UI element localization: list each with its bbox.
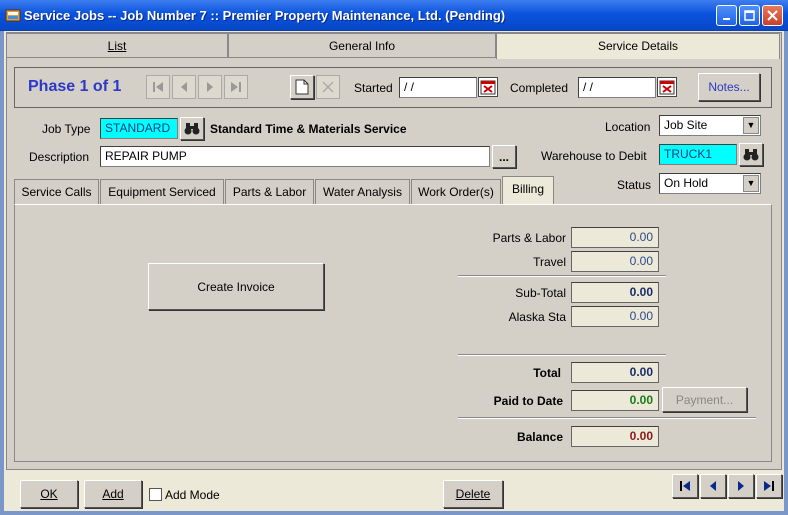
location-label: Location — [605, 120, 651, 134]
started-date-field[interactable]: / / — [399, 77, 477, 98]
create-invoice-button[interactable]: Create Invoice — [148, 263, 324, 310]
notes-button[interactable]: Notes... — [698, 73, 760, 101]
completed-date-field[interactable]: / / — [578, 77, 656, 98]
tab-service-details[interactable]: Service Details — [496, 33, 780, 59]
tax-amount: 0.00 — [571, 306, 659, 327]
subtab-work-orders[interactable]: Work Order(s) — [411, 179, 501, 204]
minimize-icon[interactable] — [716, 5, 737, 26]
subtab-equipment-serviced[interactable]: Equipment Serviced — [100, 179, 224, 204]
payment-button[interactable]: Payment... — [662, 387, 747, 412]
first-icon[interactable] — [146, 75, 170, 99]
tab-list[interactable]: List — [6, 33, 228, 58]
warehouse-field[interactable]: TRUCK1 — [659, 144, 737, 165]
previous-icon[interactable] — [172, 75, 196, 99]
next-icon[interactable] — [728, 474, 754, 498]
completed-label: Completed — [510, 81, 569, 95]
new-document-icon[interactable] — [290, 75, 314, 99]
divider — [458, 275, 666, 277]
subtab-water-analysis[interactable]: Water Analysis — [315, 179, 410, 204]
calendar-icon[interactable] — [478, 77, 498, 97]
window-title: Service Jobs -- Job Number 7 :: Premier … — [24, 8, 506, 23]
binoculars-icon[interactable] — [739, 143, 763, 166]
description-ellipsis-button[interactable]: ... — [492, 145, 516, 168]
maximize-icon[interactable] — [739, 5, 760, 26]
tab-general-info[interactable]: General Info — [228, 33, 496, 58]
subtab-billing[interactable]: Billing — [502, 176, 554, 204]
description-label: Description — [29, 150, 90, 164]
calendar-icon[interactable] — [657, 77, 677, 97]
description-field[interactable]: REPAIR PUMP — [100, 146, 490, 167]
balance-label: Balance — [516, 430, 563, 444]
close-icon[interactable] — [762, 5, 783, 26]
started-label: Started — [354, 81, 393, 95]
binoculars-icon[interactable] — [180, 117, 204, 140]
travel-amount: 0.00 — [571, 251, 659, 272]
phase-label: Phase 1 of 1 — [28, 78, 122, 95]
job-type-description: Standard Time & Materials Service — [210, 122, 407, 136]
subtab-service-calls[interactable]: Service Calls — [14, 179, 99, 204]
location-select[interactable]: Job Site ▼ — [659, 115, 761, 136]
job-type-field[interactable]: STANDARD — [100, 118, 178, 139]
total-label: Total — [533, 366, 561, 380]
divider — [458, 417, 756, 419]
total-amount: 0.00 — [571, 362, 659, 383]
warehouse-label: Warehouse to Debit — [541, 149, 647, 163]
tax-label: Alaska Sta — [508, 310, 566, 324]
first-icon[interactable] — [672, 474, 698, 498]
job-type-label: Job Type — [42, 122, 91, 136]
subtab-parts-labor[interactable]: Parts & Labor — [225, 179, 314, 204]
dropdown-arrow-icon[interactable]: ▼ — [743, 117, 759, 134]
delete-x-icon[interactable] — [316, 75, 340, 99]
add-button[interactable]: Add — [84, 480, 142, 508]
ok-button[interactable]: OK — [20, 480, 78, 508]
add-mode-checkbox[interactable] — [149, 488, 162, 501]
last-icon[interactable] — [756, 474, 782, 498]
parts-labor-label: Parts & Labor — [492, 231, 566, 245]
status-select[interactable]: On Hold ▼ — [659, 173, 761, 194]
paid-to-date-label: Paid to Date — [493, 394, 563, 408]
divider — [458, 354, 666, 356]
dropdown-arrow-icon[interactable]: ▼ — [743, 175, 759, 192]
subtotal-label: Sub-Total — [515, 286, 566, 300]
parts-labor-amount: 0.00 — [571, 227, 659, 248]
add-mode-label: Add Mode — [165, 488, 220, 502]
status-label: Status — [617, 178, 652, 192]
next-icon[interactable] — [198, 75, 222, 99]
app-icon — [5, 7, 21, 23]
travel-label: Travel — [533, 255, 566, 269]
last-icon[interactable] — [224, 75, 248, 99]
subtotal-amount: 0.00 — [571, 282, 659, 303]
balance-amount: 0.00 — [571, 426, 659, 447]
delete-button[interactable]: Delete — [443, 480, 503, 508]
previous-icon[interactable] — [700, 474, 726, 498]
paid-to-date-amount: 0.00 — [571, 390, 659, 411]
